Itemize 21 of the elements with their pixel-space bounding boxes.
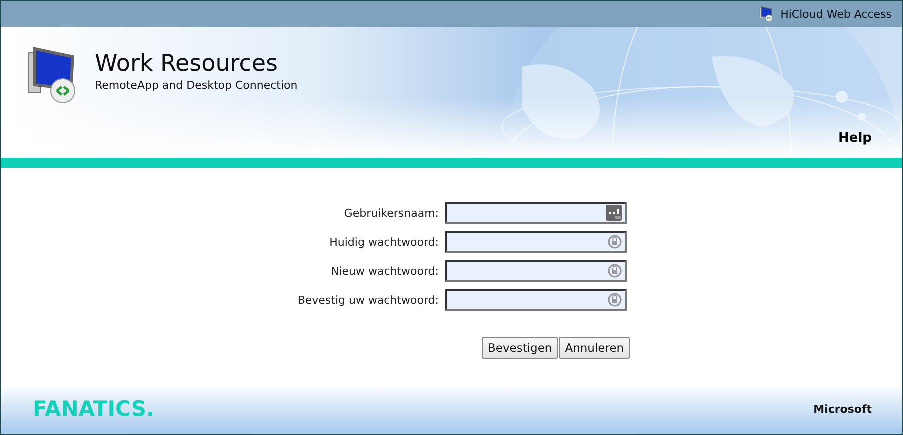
input-field[interactable]	[445, 202, 627, 224]
keyboard-icon	[606, 205, 622, 221]
field-label: Huidig wachtwoord:	[328, 236, 439, 248]
monitor-icon	[758, 6, 775, 22]
input-field[interactable]	[445, 260, 627, 282]
lock-icon	[608, 263, 622, 279]
confirm-button[interactable]: Bevestigen	[482, 337, 558, 359]
brand-logo: FANATICS.	[33, 397, 154, 421]
lock-icon	[608, 234, 622, 250]
help-link[interactable]: Help	[838, 131, 872, 146]
field-label: Bevestig uw wachtwoord:	[296, 294, 439, 306]
input-field[interactable]	[445, 289, 627, 311]
input-field[interactable]	[445, 231, 627, 253]
vendor-logo: Microsoft	[814, 402, 872, 416]
lock-icon	[608, 292, 622, 308]
cancel-button[interactable]: Annuleren	[559, 337, 630, 359]
page-subtitle: RemoteApp and Desktop Connection	[95, 79, 298, 92]
page-title: Work Resources	[95, 51, 280, 77]
field-label: Nieuw wachtwoord:	[330, 264, 439, 278]
top-bar-title: HiCloud Web Access	[780, 8, 892, 20]
field-label: Gebruikersnaam:	[343, 206, 439, 220]
